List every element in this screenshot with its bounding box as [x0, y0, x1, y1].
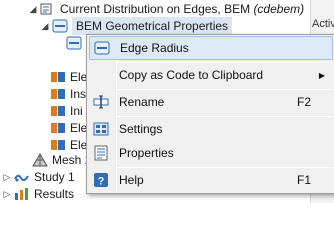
- physics-feature-icon: [50, 87, 66, 101]
- menu-item-help[interactable]: ? Help F1: [89, 168, 333, 192]
- context-menu: Edge Radius Copy as Code to Clipboard ▶ …: [86, 34, 334, 194]
- menu-item-settings[interactable]: Settings: [89, 117, 333, 141]
- expand-toggle-icon[interactable]: ▷: [2, 189, 12, 199]
- tree-item-label: Results: [34, 187, 75, 201]
- geometrical-properties-icon: [52, 19, 68, 33]
- tree-item-partial[interactable]: Ini: [50, 102, 83, 120]
- tree-item-label: Ele: [70, 121, 88, 135]
- tree-item-results[interactable]: ▷ Results: [2, 185, 74, 203]
- tree-item-edge-radius-node[interactable]: [66, 34, 86, 52]
- tree-item-partial[interactable]: Ele: [50, 119, 87, 137]
- tree-item-label: Current Distribution on Edges, BEM: [60, 2, 251, 16]
- menu-item-label: Help: [119, 173, 144, 187]
- menu-item-rename[interactable]: Rename F2: [89, 90, 333, 114]
- menu-item-properties[interactable]: Properties: [89, 141, 333, 165]
- tree-item-tag: (cdebem): [253, 2, 305, 16]
- physics-interface-icon: [40, 2, 56, 16]
- expand-toggle-icon[interactable]: ▷: [2, 172, 12, 182]
- help-icon: ?: [92, 171, 110, 189]
- rename-icon: [92, 93, 110, 111]
- physics-feature-icon: [50, 104, 66, 118]
- menu-item-copy-as-code[interactable]: Copy as Code to Clipboard ▶: [89, 63, 333, 87]
- menu-item-edge-radius[interactable]: Edge Radius: [89, 36, 333, 60]
- tree-item-study[interactable]: ▷ Study 1: [2, 168, 75, 186]
- tree-item-label: Ele: [70, 70, 88, 84]
- tree-item-partial[interactable]: Ins: [50, 85, 86, 103]
- settings-icon: [92, 120, 110, 138]
- results-icon: [14, 187, 30, 201]
- physics-feature-icon: [50, 70, 66, 84]
- side-panel-label: Activ: [312, 18, 334, 30]
- expand-toggle-icon[interactable]: ◢: [28, 4, 38, 14]
- collapse-toggle-icon[interactable]: ◢: [40, 21, 50, 31]
- submenu-arrow-icon: ▶: [318, 70, 325, 80]
- model-builder-window: Activ ◢ Current Distribution on Edges, B…: [0, 0, 334, 203]
- menu-item-label: Rename: [119, 95, 165, 109]
- physics-feature-icon: [50, 138, 66, 152]
- mesh-icon: [32, 153, 48, 167]
- svg-text:?: ?: [98, 176, 105, 188]
- menu-item-label: Copy as Code to Clipboard: [119, 68, 264, 82]
- tree-item-bem-geometrical-properties[interactable]: ◢ BEM Geometrical Properties: [40, 17, 233, 35]
- menu-item-shortcut: F2: [296, 95, 311, 109]
- properties-icon: [92, 144, 110, 162]
- edge-radius-node-icon: [66, 36, 82, 50]
- physics-feature-icon: [50, 121, 66, 135]
- tree-item-label: Ini: [70, 104, 83, 118]
- menu-item-label: Settings: [119, 122, 163, 136]
- menu-item-label: Edge Radius: [120, 41, 189, 55]
- tree-item-partial[interactable]: Ele: [50, 68, 87, 86]
- tree-item-label: Study 1: [34, 170, 75, 184]
- menu-item-shortcut: F1: [296, 173, 311, 187]
- tree-item-label: Ins: [70, 87, 87, 101]
- menu-item-label: Properties: [119, 146, 174, 160]
- tree-item-current-distribution[interactable]: ◢ Current Distribution on Edges, BEM (cd…: [28, 0, 305, 18]
- tree-item-mesh[interactable]: Mesh 1: [32, 151, 91, 169]
- edge-radius-icon: [93, 39, 111, 57]
- tree-item-label: BEM Geometrical Properties: [72, 17, 233, 35]
- study-icon: [14, 170, 30, 184]
